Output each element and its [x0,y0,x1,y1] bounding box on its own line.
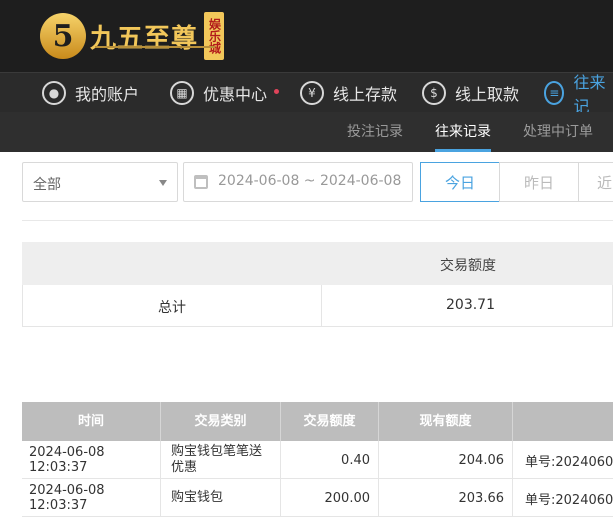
nav-label: 线上存款 [333,85,398,104]
nav-item-records[interactable]: ≡ 往来记 [544,73,613,116]
tab-pending-orders[interactable]: 处理中订单 [523,112,593,152]
cell-note: 单号:20240609 [525,492,613,508]
logo-mark: 5 [40,13,86,59]
divider [22,220,613,221]
date-range-input[interactable]: 2024-06-08 ~ 2024-06-08 [183,162,413,202]
table-header: 时间 交易类别 交易额度 现有额度 [22,402,613,441]
date-range-value: 2024-06-08 ~ 2024-06-08 [218,173,402,189]
col-time: 时间 [22,402,161,441]
cell-note: 单号:20240609 [525,454,613,470]
type-select[interactable]: 全部 [22,162,178,202]
nav-item-deposit[interactable]: ¥ 线上存款 [300,73,397,113]
logo-ornament [95,46,215,48]
nav-item-account[interactable]: ● 我的账户 [42,73,139,113]
recent-button[interactable]: 近 [578,162,613,202]
cell-time: 2024-06-08 12:03:37 [22,441,161,479]
nav-label: 线上取款 [455,85,520,104]
brand-logo[interactable]: 5 九五至尊 娱乐城 [40,10,225,62]
withdraw-icon: $ [422,81,446,105]
nav-label: 我的账户 [75,85,140,104]
col-category: 交易类别 [161,402,281,441]
summary-header: 交易额度 [22,242,613,285]
nav-label-text: 优惠中心 [203,85,268,104]
brand-name: 九五至尊 [90,23,199,54]
yesterday-button[interactable]: 昨日 [499,162,579,202]
cell-category: 购宝钱包 [161,479,281,517]
today-button[interactable]: 今日 [420,162,500,202]
gift-icon: ▦ [170,81,194,105]
deposit-icon: ¥ [300,81,324,105]
nav-label: 往来记 [573,73,606,116]
nav-item-withdraw[interactable]: $ 线上取款 [422,73,519,113]
brand-badge: 娱乐城 [204,12,225,60]
tab-bet-records[interactable]: 投注记录 [347,112,403,152]
nav-label: 优惠中心 [203,81,280,105]
top-header: 5 九五至尊 娱乐城 [0,0,613,72]
summary-label: 总计 [158,300,186,316]
cell-balance: 203.66 [379,479,513,517]
col-note [513,402,613,441]
col-balance: 现有额度 [379,402,513,441]
cell-amount: 200.00 [281,479,379,517]
summary-row: 总计 203.71 [22,285,613,327]
cell-amount: 0.40 [281,441,379,479]
type-select-value: 全部 [33,177,61,193]
cell-time: 2024-06-08 12:03:37 [22,479,161,517]
notification-dot [274,89,280,94]
transactions-table: 时间 交易类别 交易额度 现有额度 2024-06-08 12:03:37 购宝… [22,402,613,517]
main-nav: ● 我的账户 ▦ 优惠中心 ¥ 线上存款 $ 线上取款 ≡ 往来记 [0,72,613,116]
sub-nav: 投注记录 往来记录 处理中订单 [0,112,613,152]
summary-header-label: 交易额度 [440,258,496,274]
cell-balance: 204.06 [379,441,513,479]
summary-total: 203.71 [446,297,495,313]
cell-category: 购宝钱包笔笔送优惠 [161,441,281,479]
nav-item-promotions[interactable]: ▦ 优惠中心 [170,73,280,113]
table-row: 2024-06-08 12:03:37 购宝钱包 200.00 203.66 单… [22,479,613,517]
col-amount: 交易额度 [281,402,379,441]
chevron-down-icon [159,180,167,186]
tab-transaction-records[interactable]: 往来记录 [435,112,491,152]
summary-label-cell: 总计 [23,285,322,326]
user-icon: ● [42,81,66,105]
records-icon: ≡ [544,81,565,105]
calendar-icon [194,175,208,189]
table-row: 2024-06-08 12:03:37 购宝钱包笔笔送优惠 0.40 204.0… [22,441,613,479]
